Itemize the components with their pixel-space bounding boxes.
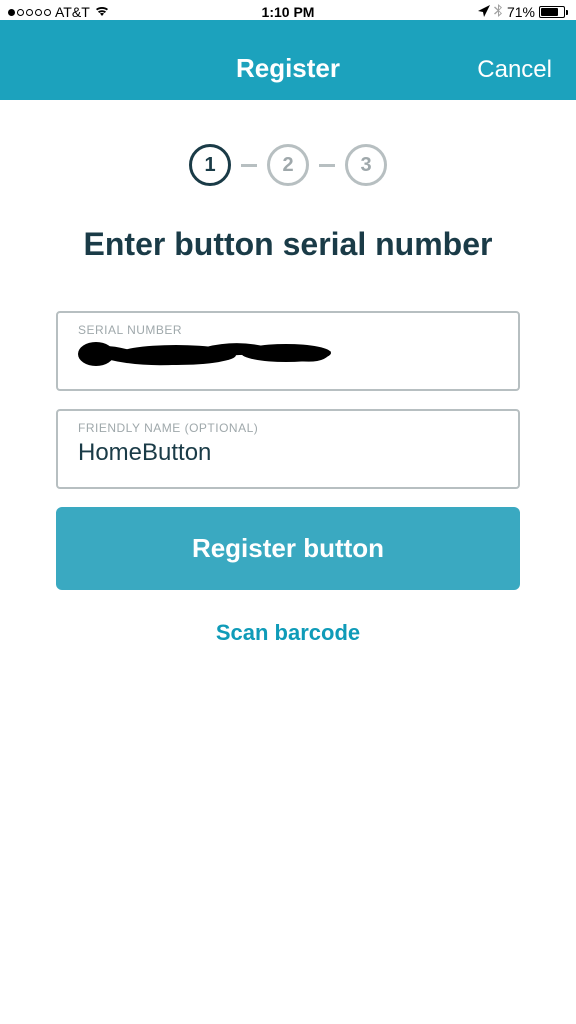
- page-title: Enter button serial number: [0, 226, 576, 263]
- register-button[interactable]: Register button: [56, 507, 520, 590]
- battery-percent: 71%: [507, 4, 535, 20]
- page-header-title: Register: [236, 53, 340, 84]
- status-left: AT&T: [8, 4, 110, 20]
- redacted-overlay: [76, 339, 336, 369]
- register-form: SERIAL NUMBER FRIENDLY NAME (OPTIONAL) H…: [0, 311, 576, 646]
- friendly-name-value: HomeButton: [78, 439, 498, 467]
- bluetooth-icon: [494, 4, 503, 21]
- scan-barcode-link[interactable]: Scan barcode: [56, 620, 520, 646]
- step-separator: [241, 164, 257, 167]
- step-3: 3: [345, 144, 387, 186]
- friendly-name-field[interactable]: FRIENDLY NAME (OPTIONAL) HomeButton: [56, 409, 520, 489]
- step-indicator: 1 2 3: [0, 144, 576, 186]
- location-icon: [478, 4, 490, 20]
- battery-icon: [539, 6, 568, 18]
- step-2: 2: [267, 144, 309, 186]
- cellular-signal-icon: [8, 9, 51, 16]
- step-1: 1: [189, 144, 231, 186]
- carrier-label: AT&T: [55, 4, 90, 20]
- serial-number-field[interactable]: SERIAL NUMBER: [56, 311, 520, 391]
- step-separator: [319, 164, 335, 167]
- nav-header: Register Cancel: [0, 20, 576, 100]
- friendly-name-label: FRIENDLY NAME (OPTIONAL): [78, 421, 498, 435]
- clock: 1:10 PM: [262, 4, 315, 20]
- serial-number-label: SERIAL NUMBER: [78, 323, 498, 337]
- status-right: 71%: [478, 4, 568, 21]
- wifi-icon: [94, 4, 110, 20]
- cancel-button[interactable]: Cancel: [477, 56, 552, 84]
- status-bar: AT&T 1:10 PM 71%: [0, 0, 576, 20]
